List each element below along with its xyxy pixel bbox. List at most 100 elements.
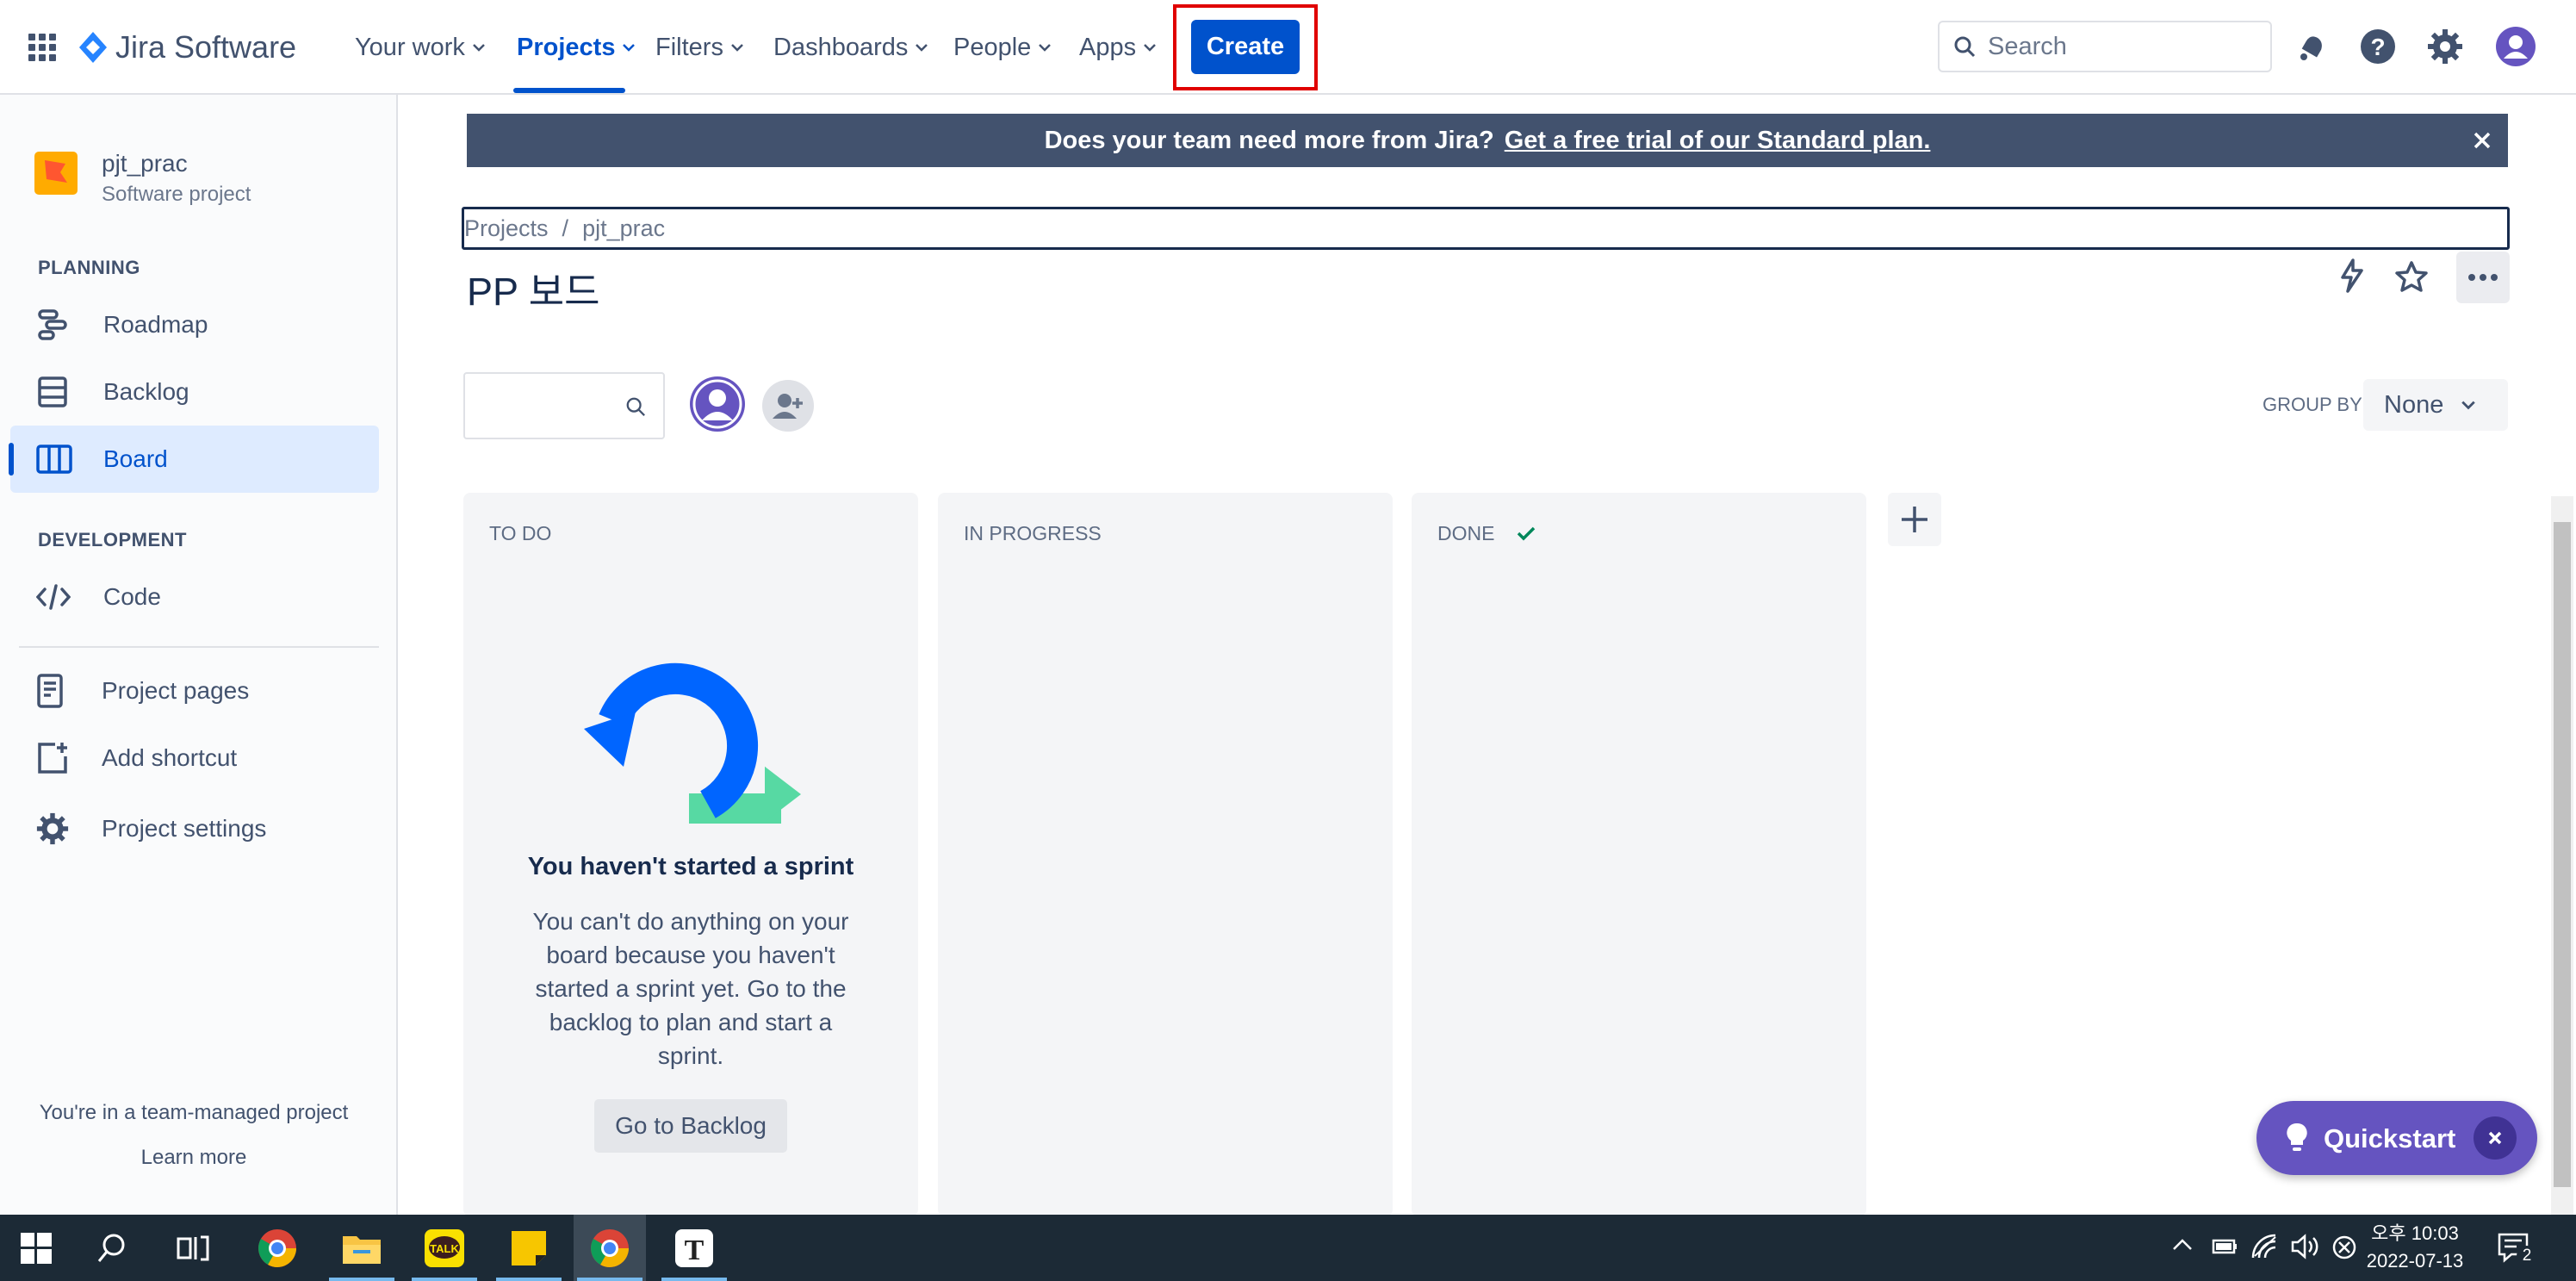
automation-icon[interactable] bbox=[2337, 258, 2367, 293]
sidebar-item-add-shortcut[interactable]: Add shortcut bbox=[10, 724, 379, 792]
backlog-icon bbox=[38, 376, 67, 407]
sidebar-item-board[interactable]: Board bbox=[9, 426, 379, 493]
add-people-icon[interactable] bbox=[761, 379, 815, 432]
sidebar-label-board: Board bbox=[103, 445, 168, 472]
chevron-down-icon bbox=[473, 44, 485, 52]
nav-dashboards[interactable]: Dashboards bbox=[773, 0, 928, 95]
nav-people[interactable]: People bbox=[953, 0, 1052, 95]
create-button[interactable]: Create bbox=[1191, 20, 1300, 74]
sidebar-divider bbox=[19, 646, 379, 648]
kakaotalk-icon[interactable]: TALK bbox=[408, 1215, 481, 1281]
task-view-icon[interactable] bbox=[157, 1215, 229, 1281]
network-disconnected-icon[interactable] bbox=[2332, 1235, 2356, 1259]
svg-text:T: T bbox=[685, 1234, 705, 1266]
planning-heading: PLANNING bbox=[38, 257, 140, 278]
sidebar-item-project-settings[interactable]: Project settings bbox=[10, 795, 379, 862]
column-done: DONE bbox=[1412, 493, 1866, 1216]
jira-icon bbox=[79, 32, 107, 63]
typora-icon[interactable]: T bbox=[658, 1215, 730, 1281]
add-column-button[interactable] bbox=[1888, 493, 1941, 546]
jira-logo[interactable]: Jira Software bbox=[78, 29, 296, 65]
taskbar-search-icon[interactable] bbox=[76, 1215, 148, 1281]
active-nav-indicator bbox=[513, 88, 625, 93]
volume-icon[interactable] bbox=[2291, 1234, 2320, 1259]
banner-text: Does your team need more from Jira? bbox=[1044, 126, 1494, 154]
breadcrumb-projects[interactable]: Projects bbox=[464, 215, 549, 242]
sticky-notes-icon[interactable] bbox=[493, 1215, 565, 1281]
tray-overflow-chevron-icon[interactable] bbox=[2172, 1237, 2193, 1251]
nav-projects-label: Projects bbox=[517, 33, 616, 61]
notification-center-icon[interactable]: 2 bbox=[2498, 1232, 2537, 1266]
nav-apps-label: Apps bbox=[1079, 33, 1137, 61]
empty-state-line: sprint. bbox=[657, 1042, 724, 1069]
file-explorer-icon[interactable] bbox=[326, 1215, 398, 1281]
project-name[interactable]: pjt_prac bbox=[102, 150, 188, 177]
running-indicator bbox=[661, 1278, 727, 1281]
chrome-icon[interactable] bbox=[241, 1215, 313, 1281]
nav-apps[interactable]: Apps bbox=[1079, 0, 1157, 95]
chevron-down-icon bbox=[1039, 44, 1052, 52]
group-by-select[interactable]: None bbox=[2363, 379, 2508, 431]
scrollbar-thumb[interactable] bbox=[2554, 522, 2571, 1187]
search-icon bbox=[626, 397, 645, 416]
running-indicator bbox=[412, 1278, 477, 1281]
sidebar-label-roadmap: Roadmap bbox=[103, 311, 208, 338]
sidebar-item-roadmap[interactable]: Roadmap bbox=[10, 291, 379, 358]
search-box[interactable] bbox=[1938, 21, 2272, 72]
column-title-todo: TO DO bbox=[489, 522, 552, 544]
close-icon[interactable] bbox=[2472, 130, 2492, 151]
learn-more-link[interactable]: Learn more bbox=[0, 1146, 388, 1170]
code-icon bbox=[36, 584, 71, 610]
vertical-scrollbar[interactable] bbox=[2551, 496, 2573, 1215]
help-icon[interactable]: ? bbox=[2360, 28, 2396, 65]
chrome-active-icon[interactable] bbox=[574, 1215, 646, 1281]
clock-time-line: 오후 10:03 bbox=[2363, 1220, 2467, 1247]
column-title-done: DONE bbox=[1437, 522, 1495, 544]
page-icon bbox=[37, 674, 63, 708]
settings-gear-icon[interactable] bbox=[2427, 28, 2463, 65]
quickstart-close-button[interactable] bbox=[2474, 1116, 2517, 1160]
taskbar-clock[interactable]: 오후 10:03 2022-07-13 bbox=[2363, 1220, 2467, 1275]
breadcrumb-project[interactable]: pjt_prac bbox=[582, 215, 665, 242]
notifications-icon[interactable] bbox=[2295, 31, 2328, 64]
nav-filters[interactable]: Filters bbox=[655, 0, 744, 95]
sidebar-label-code: Code bbox=[103, 583, 161, 610]
column-todo: TO DO You haven't started a sprint You c… bbox=[463, 493, 918, 1216]
sidebar-label-project-pages: Project pages bbox=[102, 677, 250, 704]
banner-trial-link[interactable]: Get a free trial of our Standard plan. bbox=[1505, 127, 1931, 155]
check-icon bbox=[1517, 526, 1536, 541]
plus-icon bbox=[1902, 507, 1927, 532]
wifi-icon[interactable] bbox=[2251, 1234, 2279, 1259]
search-icon bbox=[1954, 36, 1976, 58]
search-input[interactable] bbox=[1986, 31, 2248, 62]
board-search-input[interactable] bbox=[463, 372, 665, 439]
nav-your-work-label: Your work bbox=[355, 33, 465, 61]
clock-ampm: 오후 bbox=[2371, 1222, 2406, 1244]
star-icon[interactable] bbox=[2394, 260, 2429, 293]
chevron-down-icon bbox=[731, 44, 743, 52]
go-to-backlog-button[interactable]: Go to Backlog bbox=[594, 1099, 787, 1153]
running-indicator bbox=[329, 1278, 394, 1281]
nav-your-work[interactable]: Your work bbox=[355, 0, 486, 95]
app-switcher-icon[interactable] bbox=[28, 33, 57, 62]
active-indicator bbox=[9, 443, 14, 476]
nav-projects[interactable]: Projects bbox=[517, 0, 636, 95]
running-indicator bbox=[577, 1278, 642, 1281]
sidebar-item-backlog[interactable]: Backlog bbox=[10, 358, 379, 426]
assignee-avatar[interactable] bbox=[689, 376, 746, 432]
quickstart-button[interactable]: Quickstart bbox=[2256, 1101, 2537, 1175]
nav-people-label: People bbox=[953, 33, 1032, 61]
sidebar-item-project-pages[interactable]: Project pages bbox=[10, 657, 379, 724]
project-avatar-icon[interactable] bbox=[34, 152, 78, 195]
more-actions-button[interactable] bbox=[2456, 252, 2510, 303]
svg-text:?: ? bbox=[2370, 34, 2385, 60]
battery-icon[interactable] bbox=[2210, 1235, 2238, 1256]
windows-taskbar: TALK T 오후 10:03 2022-07-13 2 bbox=[0, 1215, 2576, 1281]
chevron-down-icon bbox=[1144, 44, 1156, 52]
team-managed-note: You're in a team-managed project bbox=[39, 1101, 349, 1124]
windows-start-icon[interactable] bbox=[0, 1215, 72, 1281]
sidebar-item-code[interactable]: Code bbox=[10, 563, 379, 631]
group-by-label: GROUP BY bbox=[2263, 394, 2362, 415]
profile-avatar[interactable] bbox=[2495, 26, 2536, 67]
product-name: Jira Software bbox=[115, 29, 297, 65]
